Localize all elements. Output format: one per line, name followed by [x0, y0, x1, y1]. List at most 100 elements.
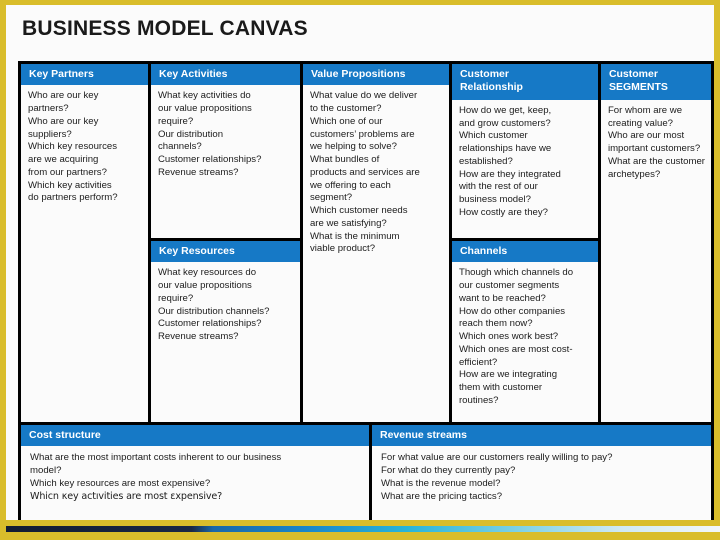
heading-line-1: Customer: [608, 68, 658, 80]
block-channels[interactable]: Channels Though which channels do our cu…: [451, 241, 598, 422]
block-heading-channels: Channels: [451, 241, 598, 263]
block-revenue-streams[interactable]: Revenue streams For what value are our c…: [372, 425, 711, 525]
question-line: Our distribution channels?: [157, 305, 270, 317]
question-line: Which key resources are most expensive?: [30, 477, 211, 489]
question-line: Which ones work best?: [458, 331, 559, 343]
question-line: What key resources do: [157, 267, 257, 279]
column-value-propositions: Value Propositions What value do we deli…: [302, 64, 449, 422]
question-line: What is the revenue model?: [381, 477, 501, 489]
column-customer-relationship: Customer Relationship How do we get, kee…: [451, 64, 598, 422]
question-line: creating value?: [607, 117, 674, 129]
block-body-channels: Though which channels do our customer se…: [452, 262, 598, 422]
question-line: our value propositions: [157, 103, 252, 115]
question-line: What are the most important costs inhere…: [30, 452, 282, 464]
block-heading-key-resources: Key Resources: [150, 241, 300, 263]
question-line: segment?: [309, 192, 353, 204]
question-line: products and services are: [309, 166, 420, 178]
question-line: Which customer needs: [309, 205, 408, 217]
question-line: important customers?: [607, 143, 701, 155]
question-line: How costly are they?: [458, 206, 548, 218]
heading-line-2: SEGMENTS: [608, 81, 668, 94]
question-line: Which customer: [458, 130, 528, 142]
question-line: Which one of our: [309, 115, 383, 127]
question-line: For what value are our customers really …: [381, 452, 613, 464]
question-line: suppliers?: [28, 128, 72, 140]
page-title: BUSINESS MODEL CANVAS: [22, 16, 308, 40]
question-line: are we satisfying?: [309, 217, 387, 229]
question-line: business model?: [458, 194, 531, 206]
block-heading-key-partners: Key Partners: [21, 64, 148, 86]
block-customer-segments[interactable]: Customer SEGMENTS For whom are we creati…: [600, 64, 711, 422]
question-line: customers’ problems are: [309, 128, 415, 140]
question-line: Though which channels do: [458, 267, 574, 279]
question-line: want to be reached?: [458, 292, 546, 304]
question-line: What are the pricing tactics?: [381, 490, 503, 502]
question-line: relationships have we: [458, 143, 552, 155]
question-line: viable product?: [309, 243, 376, 255]
question-line: partners?: [28, 103, 69, 115]
block-heading-cost-structure: Cost structure: [21, 425, 369, 447]
block-key-partners[interactable]: Key Partners Who are our key partners? W…: [21, 64, 148, 422]
block-cost-structure[interactable]: Cost structure What are the most importa…: [21, 425, 369, 525]
question-line: are we acquiring: [28, 154, 99, 166]
question-line: How are we integrating: [458, 369, 558, 381]
question-line: them with customer: [458, 382, 543, 394]
question-line: For what do they currently pay?: [381, 465, 516, 477]
business-model-canvas-grid: Key Partners Who are our key partners? W…: [18, 61, 714, 525]
column-key-activities: Key Activities What key activities do ou…: [150, 64, 300, 422]
block-heading-customer-relationship: Customer Relationship: [451, 64, 598, 100]
heading-line-2: Relationship: [459, 81, 523, 94]
question-line: model?: [30, 465, 62, 477]
block-body-revenue-streams: For what value are our customers really …: [372, 446, 711, 525]
question-line: established?: [458, 155, 513, 167]
block-body-customer-relationship: How do we get, keep, and grow customers?…: [452, 100, 598, 238]
question-line: For whom are we: [607, 104, 683, 116]
question-line: to the customer?: [309, 103, 382, 115]
block-body-key-partners: Who are our key partners? Who are our ke…: [21, 85, 148, 422]
question-line: channels?: [157, 141, 202, 153]
block-body-cost-structure: What are the most important costs inhere…: [21, 446, 369, 525]
column-key-partners: Key Partners Who are our key partners? W…: [21, 64, 148, 422]
question-line: efficient?: [458, 356, 498, 368]
question-line: our value propositions: [157, 280, 252, 292]
block-customer-relationship[interactable]: Customer Relationship How do we get, kee…: [451, 64, 598, 238]
title-bar: BUSINESS MODEL CANVAS: [6, 5, 714, 52]
block-heading-key-activities: Key Activities: [150, 64, 300, 86]
question-line: require?: [157, 292, 194, 304]
block-value-propositions[interactable]: Value Propositions What value do we deli…: [302, 64, 449, 422]
question-line: How are they integrated: [458, 168, 561, 180]
block-body-key-activities: What key activities do our value proposi…: [151, 85, 300, 238]
question-line: our customer segments: [458, 280, 560, 292]
question-line: require?: [157, 115, 194, 127]
block-heading-revenue-streams: Revenue streams: [372, 425, 711, 447]
question-line: Who are our key: [28, 90, 99, 102]
question-line: do partners perform?: [28, 192, 118, 204]
question-line: from our partners?: [28, 166, 107, 178]
question-line: Who are our key: [28, 115, 99, 127]
question-line: and grow customers?: [458, 117, 551, 129]
question-line: How do we get, keep,: [458, 104, 552, 116]
question-line: Which ones are most cost-: [458, 343, 573, 355]
question-line: with the rest of our: [458, 181, 538, 193]
block-key-activities[interactable]: Key Activities What key activities do ou…: [150, 64, 300, 238]
block-body-key-resources: What key resources do our value proposit…: [151, 262, 300, 422]
heading-line-1: Customer: [459, 68, 509, 80]
question-line: How do other companies: [458, 305, 566, 317]
question-line: What is the minimum: [309, 230, 400, 242]
block-body-customer-segments: For whom are we creating value? Who are …: [601, 100, 711, 422]
question-line: Customer relationships?: [157, 154, 262, 166]
question-line: Revenue streams?: [157, 331, 239, 343]
canvas-top-row: Key Partners Who are our key partners? W…: [21, 64, 711, 422]
question-line: Revenue streams?: [157, 166, 239, 178]
question-line: routines?: [458, 394, 499, 406]
canvas-bottom-row: Cost structure What are the most importa…: [21, 425, 711, 525]
question-line: What value do we deliver: [309, 90, 418, 102]
block-key-resources[interactable]: Key Resources What key resources do our …: [150, 241, 300, 422]
question-line: reach them now?: [458, 318, 533, 330]
question-line: Who are our most: [607, 130, 685, 142]
question-line: Which key resources: [28, 141, 118, 153]
question-line: Our distribution: [157, 128, 224, 140]
question-line: What bundles of: [309, 154, 380, 166]
footer-decoration: [6, 520, 720, 540]
question-line: Which key activities: [28, 179, 112, 191]
